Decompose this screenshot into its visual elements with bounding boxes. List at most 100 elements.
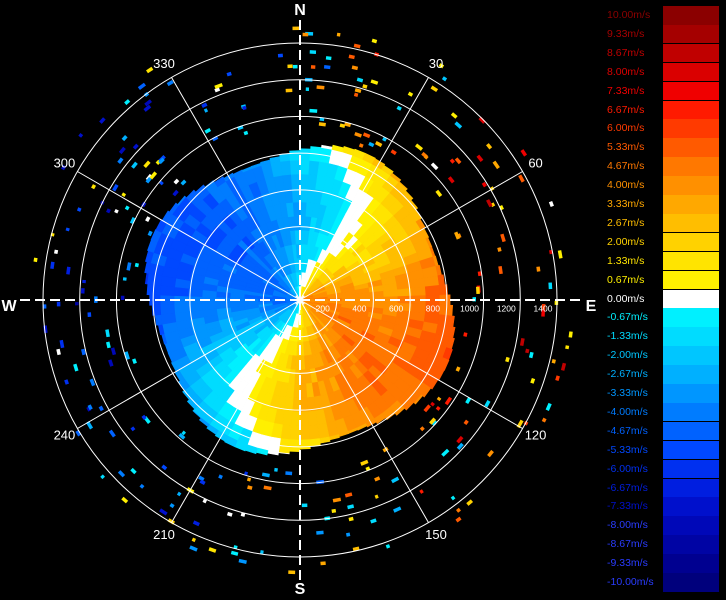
scatter-echo xyxy=(447,176,455,184)
colorbar-label: -9.33m/s xyxy=(607,557,648,570)
scatter-echo xyxy=(54,249,59,255)
velocity-cell xyxy=(289,425,301,441)
scatter-echo xyxy=(435,189,443,198)
scatter-echo xyxy=(108,429,116,438)
scatter-echo xyxy=(498,266,503,275)
scatter-echo xyxy=(353,92,359,97)
scatter-echo xyxy=(56,348,61,356)
colorbar-swatch xyxy=(663,459,719,479)
scatter-echo xyxy=(423,154,429,160)
colorbar-swatch xyxy=(663,384,719,403)
colorbar-label: 2.67m/s xyxy=(607,216,645,229)
scatter-echo xyxy=(525,348,530,354)
scatter-echo xyxy=(130,467,137,475)
colorbar-entry: -6.67m/s xyxy=(604,478,722,498)
scatter-echo xyxy=(192,520,200,527)
scatter-echo xyxy=(199,479,206,485)
colorbar-entry: 9.33m/s xyxy=(604,24,722,44)
scatter-echo xyxy=(463,419,469,426)
scatter-echo xyxy=(201,102,208,109)
scatter-echo xyxy=(143,160,151,169)
scatter-echo xyxy=(348,54,355,60)
scatter-echo xyxy=(368,141,375,148)
scatter-echo xyxy=(106,208,111,214)
scatter-echo xyxy=(147,230,153,237)
radar-center-marker xyxy=(294,294,306,306)
scatter-echo xyxy=(545,402,552,411)
colorbar-swatch xyxy=(663,81,719,101)
scatter-echo xyxy=(124,99,131,106)
colorbar-entry: 6.67m/s xyxy=(604,100,722,120)
scatter-echo xyxy=(362,132,371,139)
scatter-echo xyxy=(551,359,556,364)
scatter-echo xyxy=(121,496,129,504)
range-label-1000: 1000 xyxy=(460,303,479,313)
colorbar-label: 8.00m/s xyxy=(607,65,645,78)
colorbar-entry: 8.00m/s xyxy=(604,62,722,82)
scatter-echo xyxy=(348,516,354,522)
scatter-echo xyxy=(370,518,377,524)
scatter-echo xyxy=(519,337,525,347)
colorbar-entry: 4.67m/s xyxy=(604,157,722,176)
scatter-echo xyxy=(261,472,270,478)
scatter-echo xyxy=(141,414,147,421)
colorbar-swatch xyxy=(663,554,719,573)
colorbar-swatch xyxy=(663,573,719,592)
colorbar-entry: 6.00m/s xyxy=(604,119,722,138)
scatter-echo xyxy=(78,132,84,138)
scatter-echo xyxy=(132,143,139,150)
velocity-cell xyxy=(299,173,310,189)
colorbar-swatch xyxy=(663,402,719,422)
colorbar-entry: -8.00m/s xyxy=(604,516,722,535)
scatter-echo xyxy=(455,366,461,372)
colorbar-label: 9.33m/s xyxy=(607,27,645,40)
velocity-cell xyxy=(299,383,308,399)
colorbar-label: 1.33m/s xyxy=(607,254,645,267)
scatter-echo xyxy=(316,530,324,535)
scatter-echo xyxy=(226,511,233,517)
azimuth-label-60: 60 xyxy=(528,155,542,170)
colorbar-swatch xyxy=(663,119,719,138)
scatter-echo xyxy=(202,498,208,504)
scatter-echo xyxy=(316,85,325,90)
scatter-echo xyxy=(50,232,55,237)
scatter-echo xyxy=(332,497,342,503)
scatter-echo xyxy=(371,38,378,44)
scatter-echo xyxy=(214,87,221,93)
scatter-echo xyxy=(263,485,272,491)
scatter-echo xyxy=(208,547,217,553)
scatter-echo xyxy=(126,262,132,271)
velocity-cell xyxy=(299,148,311,161)
colorbar-label: -3.33m/s xyxy=(607,387,648,400)
scatter-echo xyxy=(456,442,464,451)
scatter-echo xyxy=(146,66,154,74)
scatter-echo xyxy=(145,216,151,223)
scatter-echo xyxy=(454,231,461,240)
colorbar-label: 4.00m/s xyxy=(607,179,645,192)
scatter-echo xyxy=(477,271,482,277)
scatter-echo xyxy=(430,401,435,407)
scatter-echo xyxy=(325,56,332,61)
scatter-echo xyxy=(444,396,453,406)
velocity-cell xyxy=(307,410,318,427)
velocity-cell xyxy=(437,274,445,286)
range-label-1200: 1200 xyxy=(497,303,516,313)
scatter-echo xyxy=(548,200,554,207)
scatter-echo xyxy=(159,508,168,516)
scatter-echo xyxy=(117,470,126,478)
colorbar-swatch xyxy=(663,478,719,498)
direction-label-east: E xyxy=(586,298,597,315)
scatter-echo xyxy=(323,64,331,70)
scatter-echo xyxy=(354,88,362,94)
scatter-echo xyxy=(198,475,205,482)
colorbar-swatch xyxy=(663,365,719,384)
velocity-cell xyxy=(290,173,301,189)
colorbar-swatch xyxy=(663,270,719,290)
scatter-echo xyxy=(345,532,351,537)
scatter-echo xyxy=(353,43,361,49)
velocity-cell xyxy=(308,424,320,440)
colorbar-label: 7.33m/s xyxy=(607,84,645,97)
scatter-echo xyxy=(391,476,400,484)
scatter-echo xyxy=(449,158,456,164)
scatter-echo xyxy=(484,400,491,408)
